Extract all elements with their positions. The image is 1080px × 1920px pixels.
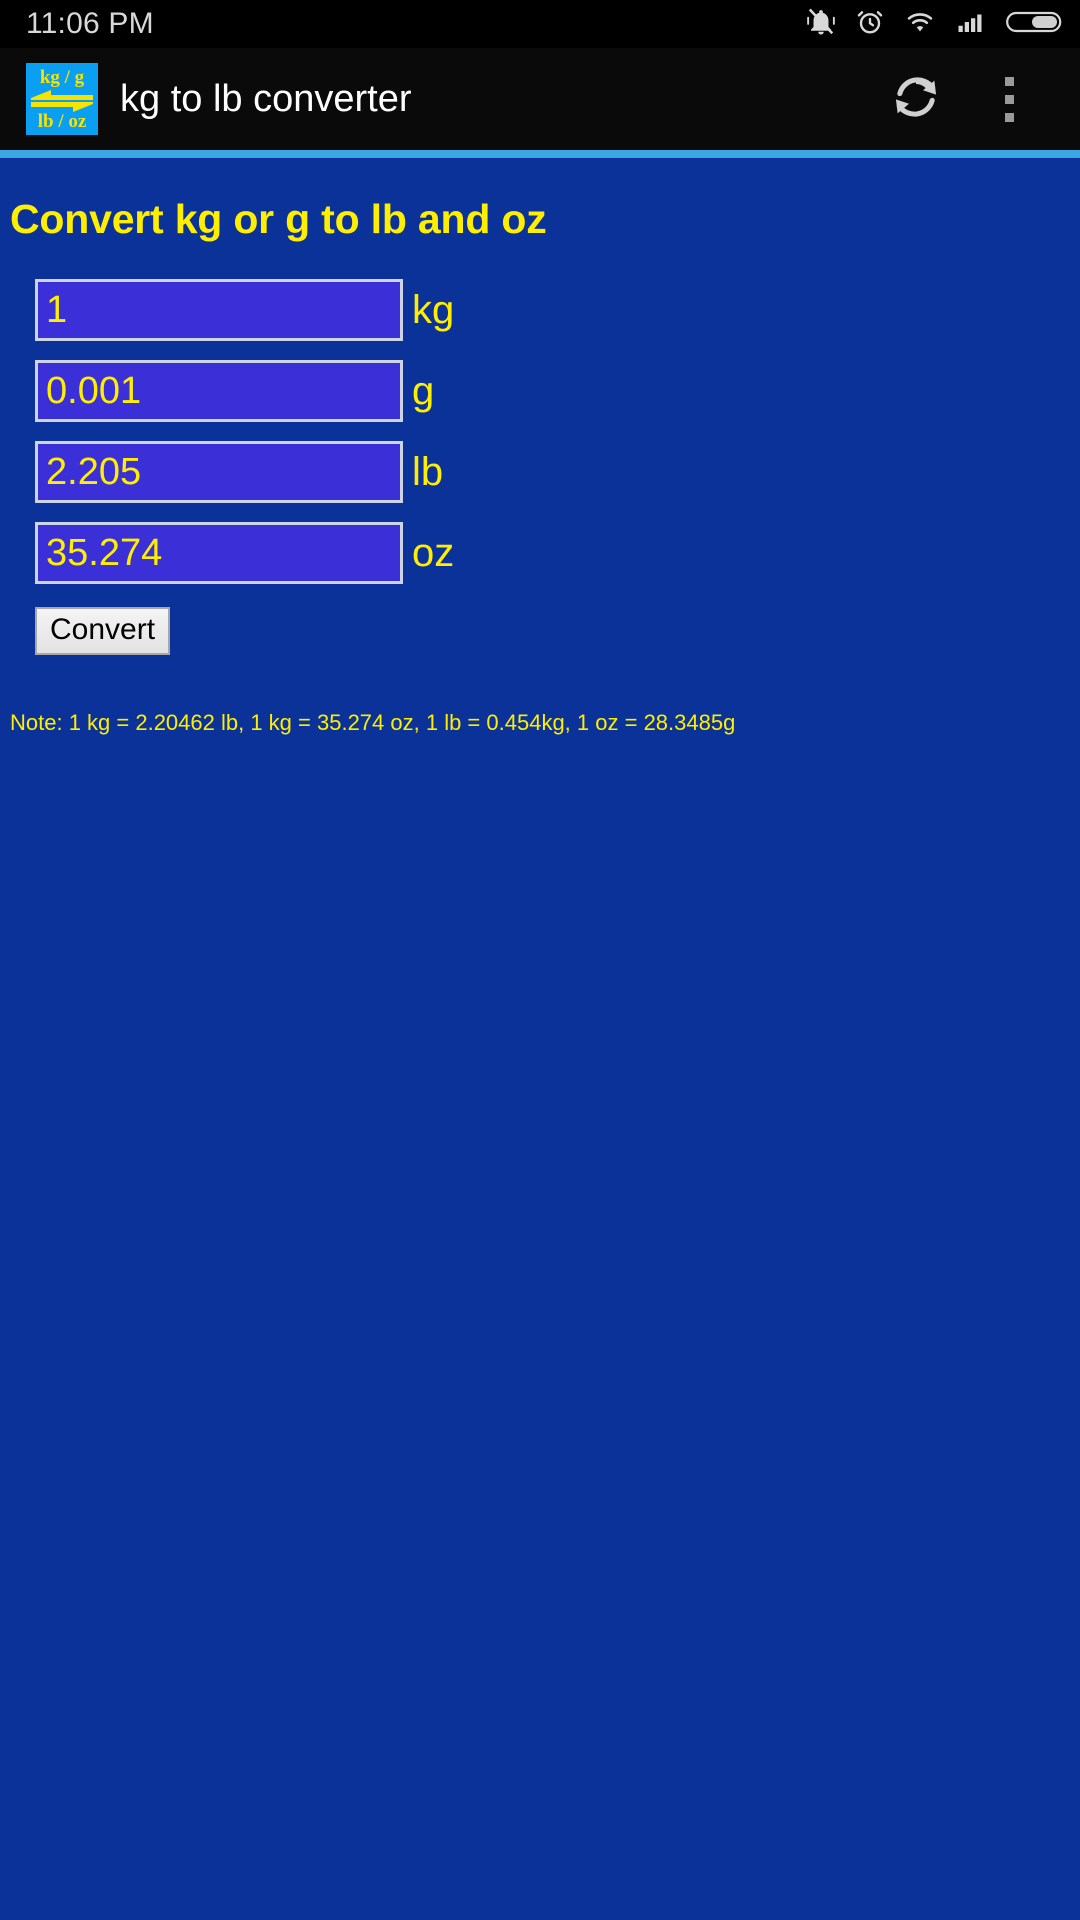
converter-row-lb: lb <box>35 441 1080 503</box>
convert-button-wrap: Convert <box>0 607 1080 655</box>
app-title: kg to lb converter <box>120 77 412 120</box>
oz-unit-label: oz <box>412 531 455 575</box>
app-bar: kg / g lb / oz kg to lb converter <box>0 48 1080 150</box>
wifi-icon <box>904 7 936 42</box>
convert-button[interactable]: Convert <box>35 607 171 655</box>
more-options-icon <box>1004 76 1014 86</box>
page-title: Convert kg or g to lb and oz <box>10 196 547 242</box>
alarm-clock-icon <box>855 7 885 42</box>
conversion-note: Note: 1 kg = 2.20462 lb, 1 kg = 35.274 o… <box>10 709 736 735</box>
app-logo-top-label: kg / g <box>39 67 85 88</box>
app-logo-icon: kg / g lb / oz <box>26 63 98 135</box>
exchange-arrows-icon <box>29 89 95 113</box>
status-bar-clock: 11:06 PM <box>26 7 154 40</box>
g-input[interactable] <box>35 360 403 422</box>
oz-input[interactable] <box>35 522 403 584</box>
kg-input[interactable] <box>35 279 403 341</box>
more-options-button[interactable] <box>964 51 1054 147</box>
refresh-icon <box>887 68 945 131</box>
converter-row-kg: kg <box>35 279 1080 341</box>
kg-unit-label: kg <box>412 288 455 332</box>
lb-unit-label: lb <box>412 450 444 494</box>
status-bar-icons <box>806 7 1062 42</box>
notifications-muted-icon <box>806 7 836 42</box>
lb-input[interactable] <box>35 441 403 503</box>
status-bar: 11:06 PM <box>0 0 1080 48</box>
more-options-icon <box>1004 94 1014 104</box>
page-content: Convert kg or g to lb and oz kg g lb oz … <box>0 158 1080 1920</box>
converter-row-oz: oz <box>35 522 1080 584</box>
more-options-icon <box>1004 112 1014 122</box>
converter-row-g: g <box>35 360 1080 422</box>
battery-icon <box>1006 8 1062 41</box>
refresh-button[interactable] <box>868 51 964 147</box>
converter-fields: kg g lb oz <box>0 279 1080 584</box>
app-logo-bottom-label: lb / oz <box>37 111 87 132</box>
cellular-signal-icon <box>955 7 987 42</box>
app-bar-divider <box>0 150 1080 158</box>
g-unit-label: g <box>412 369 435 413</box>
app-bar-actions <box>868 51 1054 147</box>
